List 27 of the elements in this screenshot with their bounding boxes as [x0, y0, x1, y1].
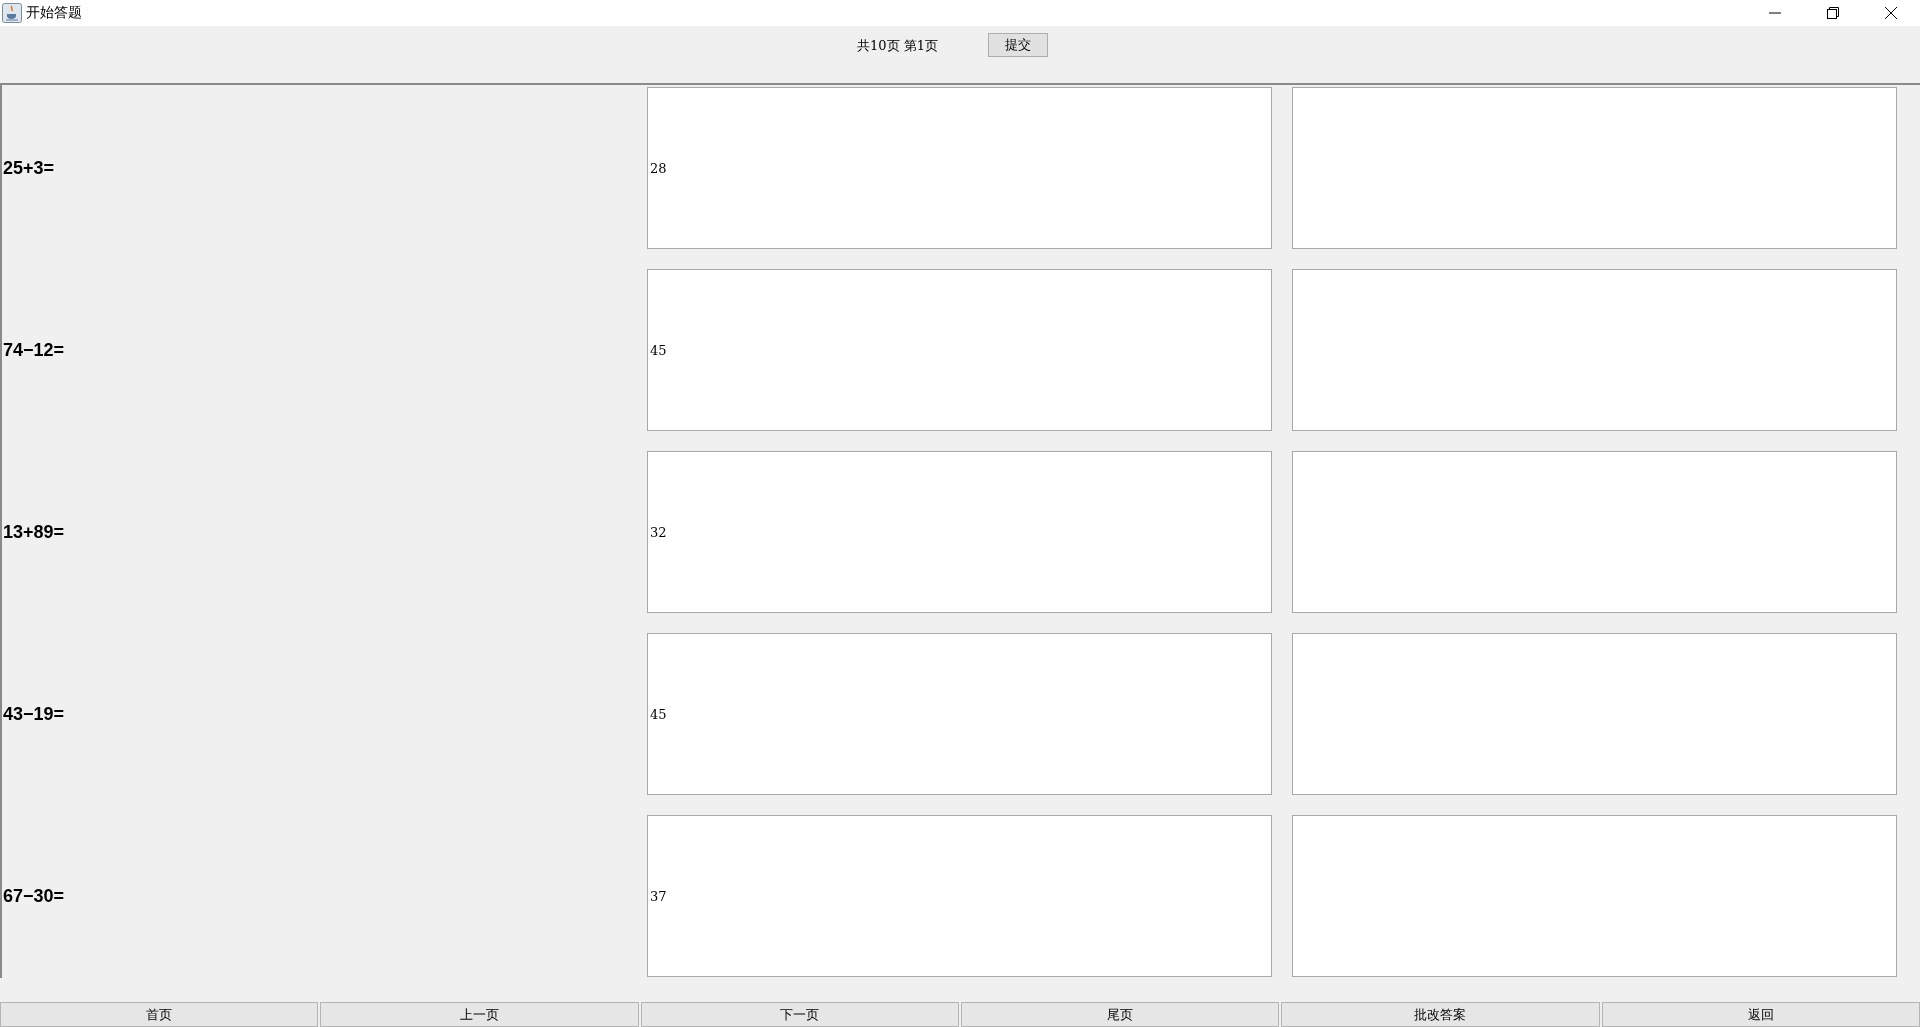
answer-field[interactable]: 45 — [647, 633, 1272, 795]
footer-button[interactable]: 首页 — [0, 1002, 319, 1027]
close-icon — [1885, 7, 1897, 19]
footer-button[interactable]: 尾页 — [961, 1002, 1280, 1027]
question-text: 13+89= — [2, 521, 66, 543]
question-text: 74−12= — [2, 339, 66, 361]
question-text: 67−30= — [2, 885, 66, 907]
result-field[interactable] — [1292, 633, 1897, 795]
page-indicator: 共10页 第1页 — [857, 37, 938, 55]
footer-button[interactable]: 上一页 — [320, 1002, 639, 1027]
result-field[interactable] — [1292, 269, 1897, 431]
submit-button[interactable]: 提交 — [987, 33, 1048, 57]
restore-icon — [1827, 7, 1839, 19]
window-title: 开始答题 — [26, 4, 82, 22]
footer-button[interactable]: 批改答案 — [1281, 1002, 1600, 1027]
answer-field[interactable]: 37 — [647, 815, 1272, 977]
result-field[interactable] — [1292, 815, 1897, 977]
footer-button[interactable]: 返回 — [1601, 1002, 1920, 1027]
question-text: 43−19= — [2, 703, 66, 725]
answer-field[interactable]: 28 — [647, 87, 1272, 249]
footer-button[interactable]: 下一页 — [640, 1002, 959, 1027]
result-field[interactable] — [1292, 451, 1897, 613]
answer-field[interactable]: 32 — [647, 451, 1272, 613]
question-text: 25+3= — [2, 157, 56, 179]
app-icon — [2, 3, 22, 23]
answer-field[interactable]: 45 — [647, 269, 1272, 431]
result-field[interactable] — [1292, 87, 1897, 249]
